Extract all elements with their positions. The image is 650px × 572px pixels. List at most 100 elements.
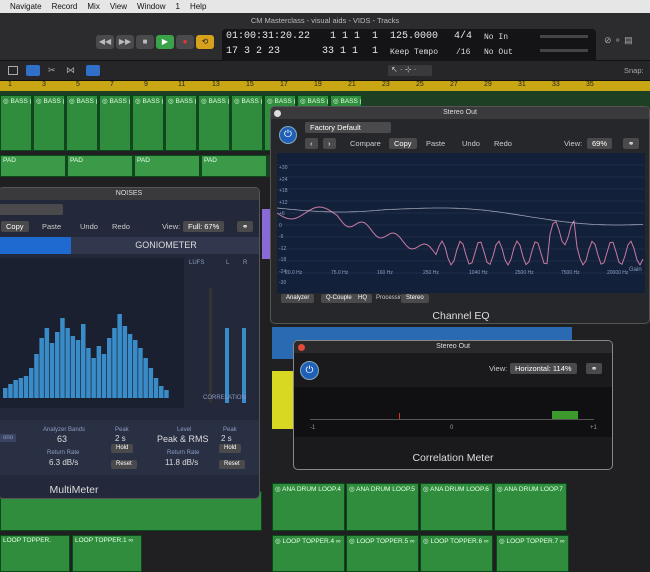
goniometer-tab[interactable]: GONIOMETER xyxy=(71,237,259,254)
reset2-button[interactable]: Reset xyxy=(219,460,245,469)
analyzer-bands-value[interactable]: 63 xyxy=(57,434,67,444)
record-button[interactable]: ● xyxy=(176,35,194,49)
analyzer-band-bar xyxy=(101,354,107,398)
view-zoom-menu[interactable]: Horizontal: 114% xyxy=(510,363,577,374)
rewind-button[interactable]: ◀◀ xyxy=(96,35,114,49)
ruler-mark: 33 xyxy=(552,81,560,88)
scissors-icon[interactable]: ✂ xyxy=(48,65,56,76)
play-button[interactable]: ▶ xyxy=(156,35,174,49)
menu-view[interactable]: View xyxy=(110,2,127,11)
bass-region[interactable]: ◎ BASS (-1 xyxy=(0,95,32,151)
eq-band-frequency[interactable]: 20.0 Hz xyxy=(285,270,302,276)
processing-menu[interactable]: Stereo xyxy=(401,294,429,303)
view-icons[interactable]: ⊘ ⚬ ▤ xyxy=(604,35,644,47)
lcd-tempo: 125.0000 xyxy=(390,31,439,42)
bass-region[interactable]: ◎ BASS (-1 xyxy=(99,95,131,151)
prev-preset-button[interactable]: ‹ xyxy=(305,138,318,149)
eq-band-frequency[interactable]: 2500 Hz xyxy=(515,270,534,276)
eq-db-label: +30 xyxy=(279,165,288,171)
power-icon[interactable]: ⏻ xyxy=(279,126,297,144)
menu-help[interactable]: Help xyxy=(190,2,206,11)
yellow-region[interactable] xyxy=(272,371,294,429)
link-icon[interactable]: ⚭ xyxy=(237,221,254,232)
redo-button[interactable]: Redo xyxy=(107,221,135,232)
eq-band-frequency[interactable]: 250 Hz xyxy=(423,270,439,276)
eq-band-frequency[interactable]: 75.0 Hz xyxy=(331,270,348,276)
analyzer-band-bar xyxy=(34,354,39,398)
bass-region[interactable]: ◎ BASS (-1 xyxy=(231,95,263,151)
cycle-button[interactable]: ⟲ xyxy=(196,35,214,49)
preset-menu[interactable]: Factory Default xyxy=(305,122,391,133)
paste-button[interactable]: Paste xyxy=(37,221,66,232)
link-icon[interactable]: ⚭ xyxy=(623,138,640,149)
pad-region[interactable]: PAD xyxy=(201,155,267,177)
menu-window[interactable]: Window xyxy=(137,2,165,11)
drum-region[interactable]: ◎ ANA DRUM LOOP.7 xyxy=(494,483,567,531)
loop-topper-region[interactable]: LOOP TOPPER.1 ∞ xyxy=(72,535,142,572)
lcd-bars2: 33 1 1 xyxy=(322,46,359,57)
view-zoom-menu[interactable]: Full: 67% xyxy=(183,221,225,232)
bass-region[interactable]: ◎ BASS (-1 xyxy=(165,95,197,151)
pad-region[interactable]: PAD xyxy=(134,155,200,177)
menu-record[interactable]: Record xyxy=(52,2,78,11)
menu-1[interactable]: 1 xyxy=(175,2,179,11)
eq-band-frequency[interactable]: 1040 Hz xyxy=(469,270,488,276)
stop-button[interactable]: ■ xyxy=(136,35,154,49)
q-couple-button[interactable]: Q-Couple xyxy=(321,294,357,303)
snap-mode-icon[interactable] xyxy=(86,65,100,76)
preset-menu[interactable] xyxy=(0,204,63,215)
eq-titlebar: Stereo Out xyxy=(271,107,649,119)
list-view-icon[interactable] xyxy=(26,65,40,76)
view-zoom-menu[interactable]: 69% xyxy=(587,138,613,149)
bass-region[interactable]: ◎ BASS (-1 xyxy=(33,95,65,151)
paste-button[interactable]: Paste xyxy=(421,138,450,149)
close-icon[interactable] xyxy=(274,110,281,117)
redo-button[interactable]: Redo xyxy=(489,138,517,149)
compare-button[interactable]: Compare xyxy=(345,138,386,149)
drum-region[interactable]: ◎ ANA DRUM LOOP.6 xyxy=(420,483,493,531)
return-rate-value[interactable]: 6.3 dB/s xyxy=(49,458,78,467)
bass-region[interactable]: ◎ BASS (-1 xyxy=(132,95,164,151)
eq-band-frequency[interactable]: 7500 Hz xyxy=(561,270,580,276)
hold-button[interactable]: Hold xyxy=(111,444,134,453)
eq-band-frequency[interactable]: 160 Hz xyxy=(377,270,393,276)
loop-topper-region[interactable]: ◎ LOOP TOPPER.4 ∞ xyxy=(272,535,345,572)
eq-band-frequency[interactable]: 20000 Hz xyxy=(607,270,628,276)
next-preset-button[interactable]: › xyxy=(323,138,336,149)
loop-topper-region[interactable]: ◎ LOOP TOPPER.5 ∞ xyxy=(346,535,419,572)
bass-region[interactable]: ◎ BASS (-1 xyxy=(66,95,98,151)
timeline-ruler[interactable]: 1 3 5 7 9 11 13 15 17 19 21 23 25 27 29 31 33 35 xyxy=(0,81,650,91)
scale-left: -1 xyxy=(310,425,316,431)
loop-topper-region[interactable]: LOOP TOPPER. xyxy=(0,535,70,572)
loop-topper-region[interactable]: ◎ LOOP TOPPER.7 ∞ xyxy=(496,535,569,572)
peak-value[interactable]: 2 s xyxy=(115,434,126,443)
drum-region[interactable]: ◎ ANA DRUM LOOP.4 xyxy=(272,483,345,531)
analyzer-button[interactable]: Analyzer xyxy=(281,294,315,303)
pad-region[interactable]: PAD xyxy=(0,155,66,177)
tool-menu[interactable]: ↖ · ⊹ · xyxy=(388,65,432,76)
bass-region[interactable]: ◎ BASS (-1 xyxy=(198,95,230,151)
drum-region[interactable]: ◎ ANA DRUM LOOP.5 xyxy=(346,483,419,531)
menu-mix[interactable]: Mix xyxy=(87,2,99,11)
loop-topper-region[interactable]: ◎ LOOP TOPPER.6 ∞ xyxy=(420,535,493,572)
power-icon[interactable]: ⏻ xyxy=(300,361,319,380)
flex-icon[interactable]: ⋈ xyxy=(66,65,75,76)
level-mode-value[interactable]: Peak & RMS xyxy=(157,434,209,444)
reset-button[interactable]: Reset xyxy=(111,460,137,469)
hold2-button[interactable]: Hold xyxy=(219,444,242,453)
hq-button[interactable]: HQ xyxy=(353,294,372,303)
undo-button[interactable]: Undo xyxy=(75,221,103,232)
link-icon[interactable]: ⚭ xyxy=(586,363,603,374)
copy-button[interactable]: Copy xyxy=(389,138,417,149)
pad-region[interactable]: PAD xyxy=(67,155,133,177)
undo-button[interactable]: Undo xyxy=(457,138,485,149)
copy-button[interactable]: Copy xyxy=(1,221,29,232)
forward-button[interactable]: ▶▶ xyxy=(116,35,134,49)
ruler-mark: 9 xyxy=(144,81,148,88)
close-icon[interactable] xyxy=(298,344,305,351)
peak2-value[interactable]: 2 s xyxy=(221,434,232,443)
grid-icon[interactable] xyxy=(8,66,18,75)
menu-navigate[interactable]: Navigate xyxy=(10,2,42,11)
analyzer-tab[interactable] xyxy=(0,237,71,254)
level-rate-value[interactable]: 11.8 dB/s xyxy=(165,458,198,467)
